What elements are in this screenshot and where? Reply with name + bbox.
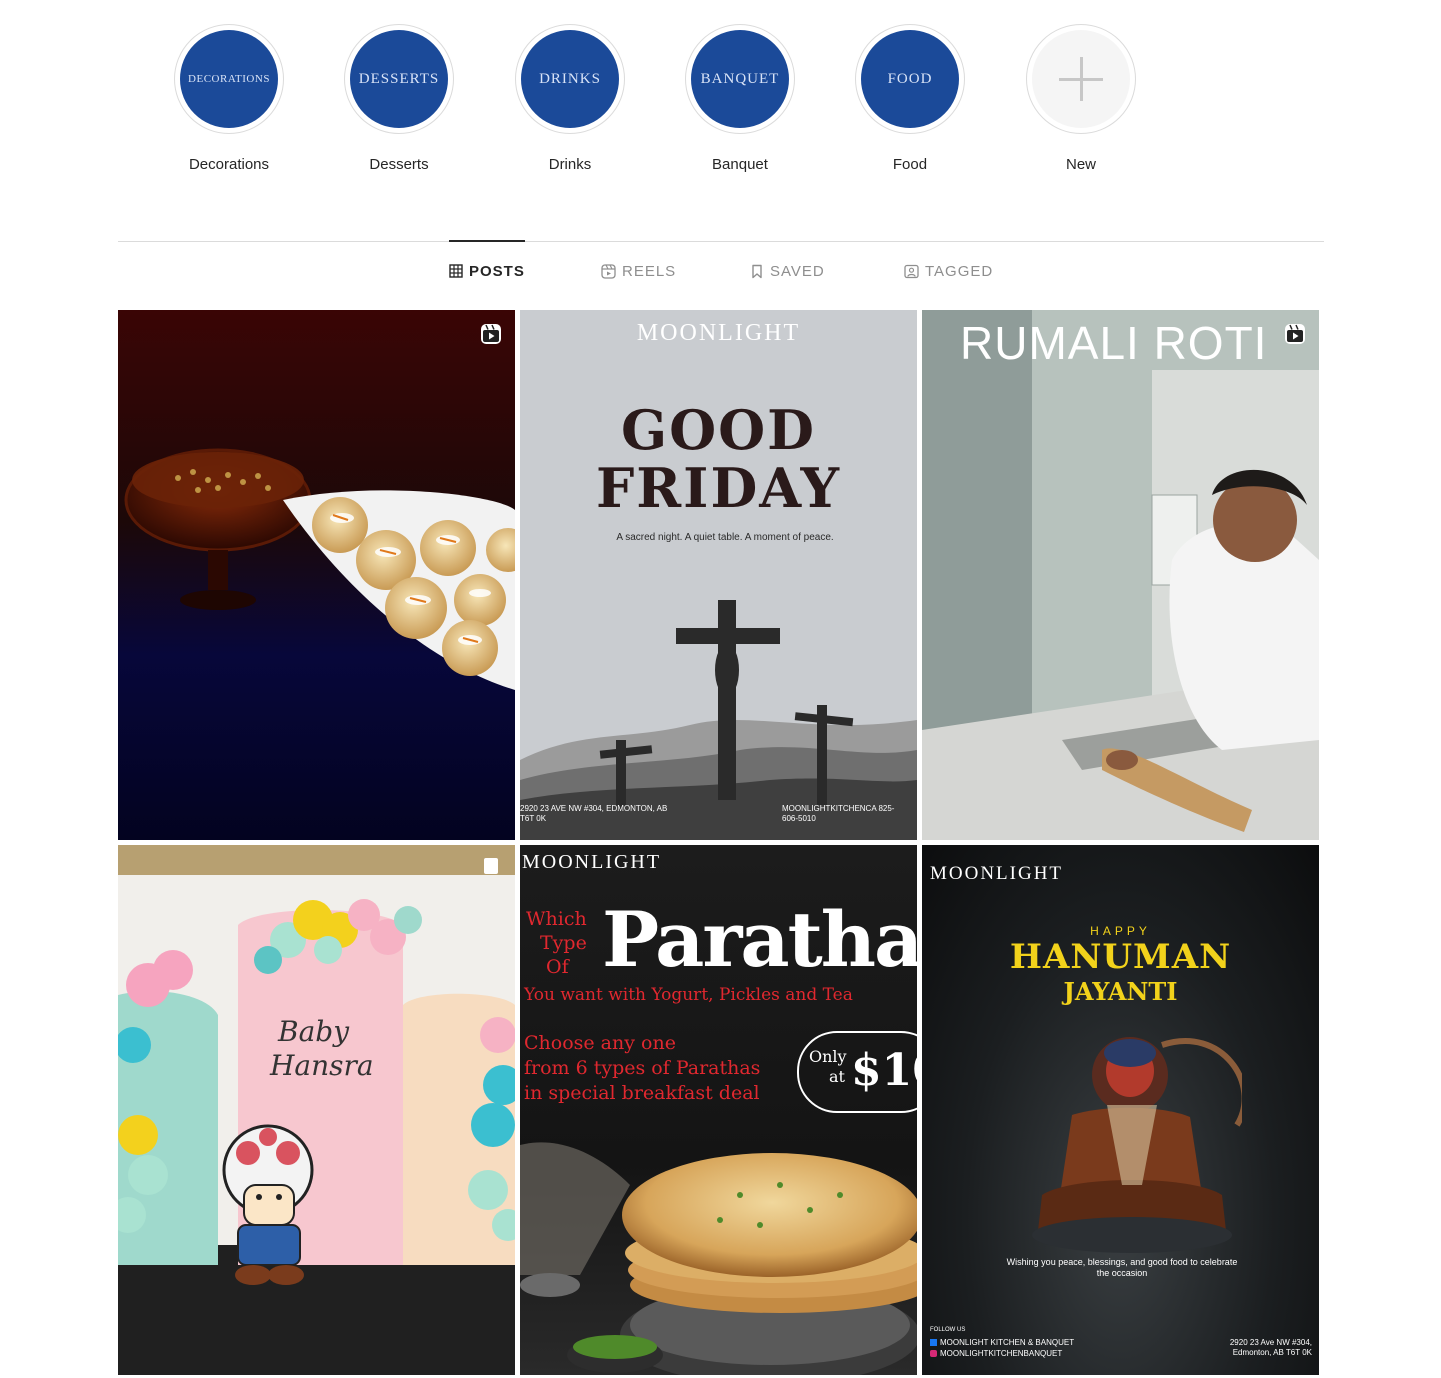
reel-indicator-icon <box>481 324 501 344</box>
post-title: Paratha <box>602 895 917 984</box>
facebook-handle: MOONLIGHT KITCHEN & BANQUET <box>930 1338 1074 1347</box>
post-address: 2920 23 Ave NW #304, Edmonton, AB T6T 0K <box>1229 1338 1312 1357</box>
decoration-image <box>118 845 515 1375</box>
highlight-label: New <box>1065 156 1096 173</box>
grid-icon <box>449 264 463 278</box>
offer-line: Choose any one <box>524 1032 676 1054</box>
highlight-ring: FOOD <box>855 24 965 134</box>
post-tagline: A sacred night. A quiet table. A moment … <box>616 532 834 543</box>
highlight-ring: BANQUET <box>685 24 795 134</box>
reel-indicator-icon <box>1285 324 1305 344</box>
tab-reels[interactable]: REELS <box>601 241 676 301</box>
facebook-text: MOONLIGHT KITCHEN & BANQUET <box>940 1338 1075 1347</box>
hanuman-illustration <box>1032 1037 1242 1253</box>
post-rumali-roti[interactable]: RUMALI ROTI <box>922 310 1319 840</box>
story-highlights: DECORATIONS Decorations DESSERTS Dessert… <box>0 0 1441 200</box>
post-subtitle: JAYANTI <box>1063 977 1178 1006</box>
which-text: Which <box>526 908 587 930</box>
carousel-indicator-icon <box>484 858 498 874</box>
highlight-decorations[interactable]: DECORATIONS Decorations <box>164 24 294 173</box>
highlight-banquet[interactable]: BANQUET Banquet <box>675 24 805 173</box>
post-contact: MOONLIGHTKITCHENCA 825-606-5010 <box>782 804 895 823</box>
highlight-cover: DECORATIONS <box>180 30 278 128</box>
headline-small: Which Type Of <box>526 907 587 979</box>
highlight-drinks[interactable]: DRINKS Drinks <box>505 24 635 173</box>
post-address: 2920 23 AVE NW #304, EDMONTON, AB T6T 0K <box>520 804 668 823</box>
profile-tabs: POSTS REELS SAVED TAGGED <box>0 240 1441 301</box>
highlight-ring <box>1026 24 1136 134</box>
highlight-ring: DECORATIONS <box>174 24 284 134</box>
tagged-icon <box>904 264 919 278</box>
post-title: RUMALI ROTI <box>960 317 1268 369</box>
highlight-new[interactable]: New <box>1016 24 1146 173</box>
crosses-silhouette <box>520 600 917 840</box>
post-pani-puri[interactable] <box>118 310 515 840</box>
offer-line: from 6 types of Parathas <box>524 1057 761 1079</box>
highlight-desserts[interactable]: DESSERTS Desserts <box>334 24 464 173</box>
type-text: Type <box>540 932 587 954</box>
instagram-text: MOONLIGHTKITCHENBANQUET <box>940 1349 1063 1358</box>
brand-logo: MOONLIGHT <box>930 863 1064 884</box>
brand-logo: MOONLIGHT <box>522 851 662 873</box>
tab-posts[interactable]: POSTS <box>449 240 525 300</box>
facebook-icon <box>930 1339 937 1346</box>
posts-grid: MOONLIGHT GOOD FRIDAY A sacred night. A … <box>118 310 1320 1375</box>
chef-image <box>922 310 1319 840</box>
highlight-label: Food <box>892 156 928 173</box>
highlight-label: Drinks <box>548 156 592 173</box>
pani-puri-image <box>124 448 515 690</box>
offer-line: in special breakfast deal <box>524 1082 760 1104</box>
highlight-label: Banquet <box>712 156 768 173</box>
tab-label: SAVED <box>770 262 825 280</box>
highlight-label: Decorations <box>188 156 270 173</box>
of-text: Of <box>546 956 569 978</box>
highlight-cover: FOOD <box>861 30 959 128</box>
post-subtitle: You want with Yogurt, Pickles and Tea <box>524 985 853 1005</box>
tab-tagged[interactable]: TAGGED <box>904 241 993 301</box>
offer-text: Choose any one from 6 types of Parathas … <box>524 1031 760 1106</box>
price-at: at <box>829 1067 845 1086</box>
plus-icon <box>1059 57 1103 101</box>
highlight-cover: DRINKS <box>521 30 619 128</box>
tab-saved[interactable]: SAVED <box>750 241 825 301</box>
reels-icon <box>601 263 616 279</box>
post-good-friday[interactable]: MOONLIGHT GOOD FRIDAY A sacred night. A … <box>520 310 917 840</box>
tab-label: REELS <box>622 262 677 280</box>
highlight-cover: DESSERTS <box>350 30 448 128</box>
post-hanuman-jayanti[interactable]: MOONLIGHT HAPPY HANUMAN JAYANTI Wishing … <box>922 845 1319 1375</box>
highlight-cover: BANQUET <box>691 30 789 128</box>
tab-label: TAGGED <box>925 262 994 280</box>
happy-text: HAPPY <box>1090 924 1151 938</box>
paratha-image <box>520 1142 917 1375</box>
post-baby-hansra[interactable]: Baby Hansra <box>118 845 515 1375</box>
post-title: GOOD <box>620 398 817 462</box>
price-badge: Only at $10 <box>797 1031 917 1113</box>
sign-text: Baby <box>278 1015 350 1048</box>
highlight-ring: DESSERTS <box>344 24 454 134</box>
highlight-cover <box>1032 30 1130 128</box>
instagram-handle: MOONLIGHTKITCHENBANQUET <box>930 1349 1062 1358</box>
highlight-food[interactable]: FOOD Food <box>845 24 975 173</box>
sign-text: Hansra <box>270 1049 374 1082</box>
wish-text: Wishing you peace, blessings, and good f… <box>1006 1257 1238 1278</box>
price-value: $10 <box>851 1045 917 1096</box>
brand-logo: MOONLIGHT <box>636 320 801 346</box>
tab-label: POSTS <box>469 262 525 280</box>
post-title: HANUMAN <box>1009 937 1232 977</box>
bookmark-icon <box>752 264 762 278</box>
price-only: Only <box>809 1047 847 1066</box>
post-title: FRIDAY <box>595 456 842 520</box>
instagram-icon <box>930 1350 937 1357</box>
follow-label: FOLLOW US <box>930 1327 966 1333</box>
post-paratha[interactable]: MOONLIGHT Which Type Of Paratha You want… <box>520 845 917 1375</box>
highlight-ring: DRINKS <box>515 24 625 134</box>
highlight-label: Desserts <box>369 156 429 173</box>
